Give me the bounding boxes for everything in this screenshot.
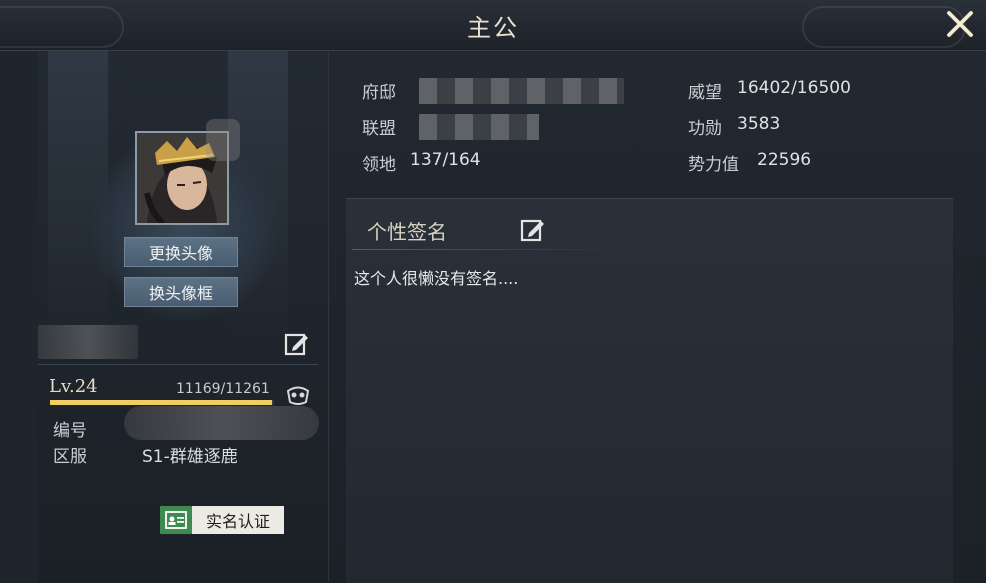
exp-progress-bar — [50, 400, 274, 405]
mansion-label: 府邸 — [362, 83, 396, 103]
info-panel: 府邸 联盟 领地 137/164 威望 16402/16500 功勋 3583 … — [329, 51, 986, 583]
territory-label: 领地 — [362, 155, 396, 175]
mansion-value-blurred — [419, 78, 624, 104]
server-label: 区服 — [53, 447, 87, 467]
id-card-icon — [160, 506, 192, 534]
divider — [38, 364, 318, 365]
blurred-badge — [206, 119, 240, 161]
change-avatar-button[interactable]: 更换头像 — [124, 237, 238, 267]
merit-value: 3583 — [737, 114, 781, 134]
merit-label: 功勋 — [688, 119, 722, 139]
change-frame-button[interactable]: 换头像框 — [124, 277, 238, 307]
profile-panel: 更换头像 换头像框 Lv.24 11169/11261 编号 区服 S1-群雄逐… — [38, 51, 329, 582]
server-value: S1-群雄逐鹿 — [142, 447, 238, 467]
prestige-value: 16402/16500 — [737, 78, 851, 98]
exp-text: 11169/11261 — [176, 381, 270, 397]
vip-shield-icon[interactable] — [285, 382, 311, 406]
signature-title: 个性签名 — [367, 220, 447, 244]
edit-name-icon[interactable] — [284, 331, 310, 357]
alliance-label: 联盟 — [362, 119, 396, 139]
player-id-blurred — [124, 406, 319, 440]
id-label: 编号 — [53, 421, 87, 441]
prestige-label: 威望 — [688, 83, 722, 103]
territory-value: 137/164 — [410, 150, 481, 170]
realname-verify-button[interactable]: 实名认证 — [160, 506, 284, 534]
close-x-icon — [947, 11, 973, 37]
realname-label: 实名认证 — [192, 506, 284, 534]
player-level: Lv.24 — [49, 376, 98, 397]
edit-signature-icon[interactable] — [520, 217, 546, 243]
signature-text[interactable]: 这个人很懒没有签名.... — [354, 265, 518, 289]
signature-divider — [352, 249, 622, 250]
close-button[interactable] — [942, 6, 978, 42]
left-edge-strip — [0, 51, 38, 582]
title-bar: 主公 — [0, 0, 986, 51]
power-value: 22596 — [757, 150, 812, 170]
alliance-value-blurred — [419, 114, 539, 140]
exp-progress-fill — [50, 400, 273, 405]
power-label: 势力值 — [688, 155, 739, 175]
window-title: 主公 — [467, 14, 519, 42]
player-name-blurred — [38, 325, 138, 359]
signature-box: 个性签名 这个人很懒没有签名.... — [346, 198, 953, 583]
